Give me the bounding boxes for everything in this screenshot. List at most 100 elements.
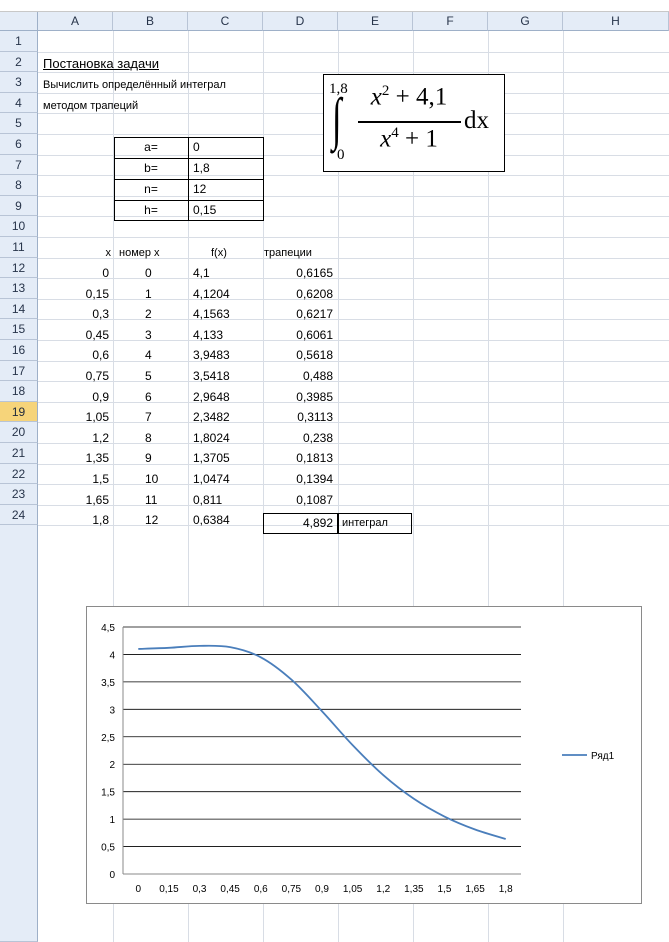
- cell-x[interactable]: 0,3: [39, 304, 109, 324]
- result-label[interactable]: интеграл: [342, 513, 388, 533]
- task-description-line2[interactable]: методом трапеций: [43, 96, 138, 116]
- row-header-19[interactable]: 19: [0, 401, 38, 423]
- row-header-20[interactable]: 20: [0, 422, 38, 443]
- param-label-1[interactable]: b=: [114, 158, 188, 178]
- row-header-2[interactable]: 2: [0, 51, 38, 73]
- row-header-11[interactable]: 11: [0, 237, 38, 258]
- cell-trap[interactable]: 0,3985: [265, 387, 333, 407]
- param-label-3[interactable]: h=: [114, 200, 188, 220]
- cell-x[interactable]: 0: [39, 263, 109, 283]
- cell-num[interactable]: 3: [145, 325, 152, 345]
- cell-fx[interactable]: 4,1563: [193, 304, 230, 324]
- chart-area[interactable]: 0 0,5 1 1,5 2 2,5 3 3,5 4 4,5 0 0,15 0,3 0,45 0,6 0,75 0…: [86, 606, 642, 904]
- cell-x[interactable]: 1,2: [39, 428, 109, 448]
- cell-fx[interactable]: 1,3705: [193, 448, 230, 468]
- cell-num[interactable]: 6: [145, 387, 152, 407]
- select-all-corner[interactable]: [0, 12, 38, 31]
- task-description-line1[interactable]: Вычислить определённый интеграл: [43, 75, 226, 95]
- cell-fx[interactable]: 2,3482: [193, 407, 230, 427]
- param-value-1[interactable]: 1,8: [193, 158, 210, 178]
- cell-fx[interactable]: 1,0474: [193, 469, 230, 489]
- row-header-7[interactable]: 7: [0, 154, 38, 176]
- cell-trap[interactable]: 0,1394: [265, 469, 333, 489]
- cell-num[interactable]: 5: [145, 366, 152, 386]
- cell-trap[interactable]: 0,1813: [265, 448, 333, 468]
- column-header-E[interactable]: E: [338, 12, 413, 31]
- param-label-2[interactable]: n=: [114, 179, 188, 199]
- cell-trap[interactable]: 0,488: [265, 366, 333, 386]
- cell-trap[interactable]: 0,5618: [265, 345, 333, 365]
- row-header-17[interactable]: 17: [0, 360, 38, 382]
- cell-num[interactable]: 12: [145, 510, 158, 530]
- cell-fx[interactable]: 3,5418: [193, 366, 230, 386]
- row-header-18[interactable]: 18: [0, 381, 38, 402]
- row-header-23[interactable]: 23: [0, 484, 38, 505]
- cell-num[interactable]: 1: [145, 284, 152, 304]
- row-header-12[interactable]: 12: [0, 257, 38, 279]
- row-header-5[interactable]: 5: [0, 113, 38, 134]
- cell-fx[interactable]: 2,9648: [193, 387, 230, 407]
- cell-x[interactable]: 1,65: [39, 490, 109, 510]
- cell-fx[interactable]: 0,6384: [193, 510, 230, 530]
- cell-fx[interactable]: 4,133: [193, 325, 223, 345]
- cell-fx[interactable]: 4,1204: [193, 284, 230, 304]
- cell-trap[interactable]: 0,6217: [265, 304, 333, 324]
- cell-x[interactable]: 0,45: [39, 325, 109, 345]
- row-header-24[interactable]: 24: [0, 504, 38, 526]
- cell-num[interactable]: 9: [145, 448, 152, 468]
- header-x[interactable]: x: [39, 243, 112, 263]
- cell-x[interactable]: 1,8: [39, 510, 109, 530]
- row-header-21[interactable]: 21: [0, 443, 38, 464]
- row-header-3[interactable]: 3: [0, 72, 38, 93]
- param-label-0[interactable]: a=: [114, 137, 188, 157]
- row-header-6[interactable]: 6: [0, 134, 38, 155]
- cell-fx[interactable]: 0,811: [193, 490, 222, 510]
- row-header-8[interactable]: 8: [0, 175, 38, 196]
- cell-trap[interactable]: 0,1087: [265, 490, 333, 510]
- cell-num[interactable]: 8: [145, 428, 152, 448]
- row-header-22[interactable]: 22: [0, 463, 38, 485]
- integral-formula[interactable]: 1,8 ∫ 0 x2 + 4,1 x4 + 1 dx: [323, 74, 505, 172]
- cell-trap[interactable]: 0,238: [265, 428, 333, 448]
- cell-x[interactable]: 1,5: [39, 469, 109, 489]
- column-header-C[interactable]: C: [188, 12, 263, 31]
- cell-trap[interactable]: 0,6165: [265, 263, 333, 283]
- cell-fx[interactable]: 4,1: [193, 263, 210, 283]
- cell-x[interactable]: 1,05: [39, 407, 109, 427]
- column-header-D[interactable]: D: [263, 12, 338, 31]
- param-value-2[interactable]: 12: [193, 179, 206, 199]
- cell-x[interactable]: 0,75: [39, 366, 109, 386]
- column-header-G[interactable]: G: [488, 12, 563, 31]
- column-header-A[interactable]: A: [38, 12, 113, 31]
- header-num[interactable]: номер x: [119, 243, 160, 263]
- param-value-0[interactable]: 0: [193, 137, 200, 157]
- cell-x[interactable]: 0,9: [39, 387, 109, 407]
- header-fx[interactable]: f(x): [211, 243, 227, 263]
- param-value-3[interactable]: 0,15: [193, 200, 216, 220]
- column-header-B[interactable]: B: [113, 12, 188, 31]
- row-header-10[interactable]: 10: [0, 216, 38, 237]
- cell-num[interactable]: 10: [145, 469, 158, 489]
- row-header-14[interactable]: 14: [0, 298, 38, 320]
- cell-num[interactable]: 11: [145, 490, 157, 510]
- cell-num[interactable]: 0: [145, 263, 152, 283]
- cell-x[interactable]: 0,6: [39, 345, 109, 365]
- row-header-15[interactable]: 15: [0, 319, 38, 340]
- header-trap[interactable]: трапеции: [264, 243, 312, 263]
- cell-trap[interactable]: 0,3113: [265, 407, 333, 427]
- row-header-13[interactable]: 13: [0, 278, 38, 299]
- cell-fx[interactable]: 1,8024: [193, 428, 230, 448]
- row-header-1[interactable]: 1: [0, 31, 38, 52]
- cell-trap[interactable]: 0,6061: [265, 325, 333, 345]
- row-header-9[interactable]: 9: [0, 195, 38, 217]
- row-header-16[interactable]: 16: [0, 340, 38, 361]
- cell-fx[interactable]: 3,9483: [193, 345, 230, 365]
- cell-x[interactable]: 0,15: [39, 284, 109, 304]
- row-header-4[interactable]: 4: [0, 92, 38, 114]
- cell-x[interactable]: 1,35: [39, 448, 109, 468]
- task-title[interactable]: Постановка задачи: [43, 54, 159, 74]
- result-value[interactable]: 4,892: [265, 513, 333, 533]
- cell-num[interactable]: 2: [145, 304, 152, 324]
- cell-num[interactable]: 7: [145, 407, 152, 427]
- cell-trap[interactable]: 0,6208: [265, 284, 333, 304]
